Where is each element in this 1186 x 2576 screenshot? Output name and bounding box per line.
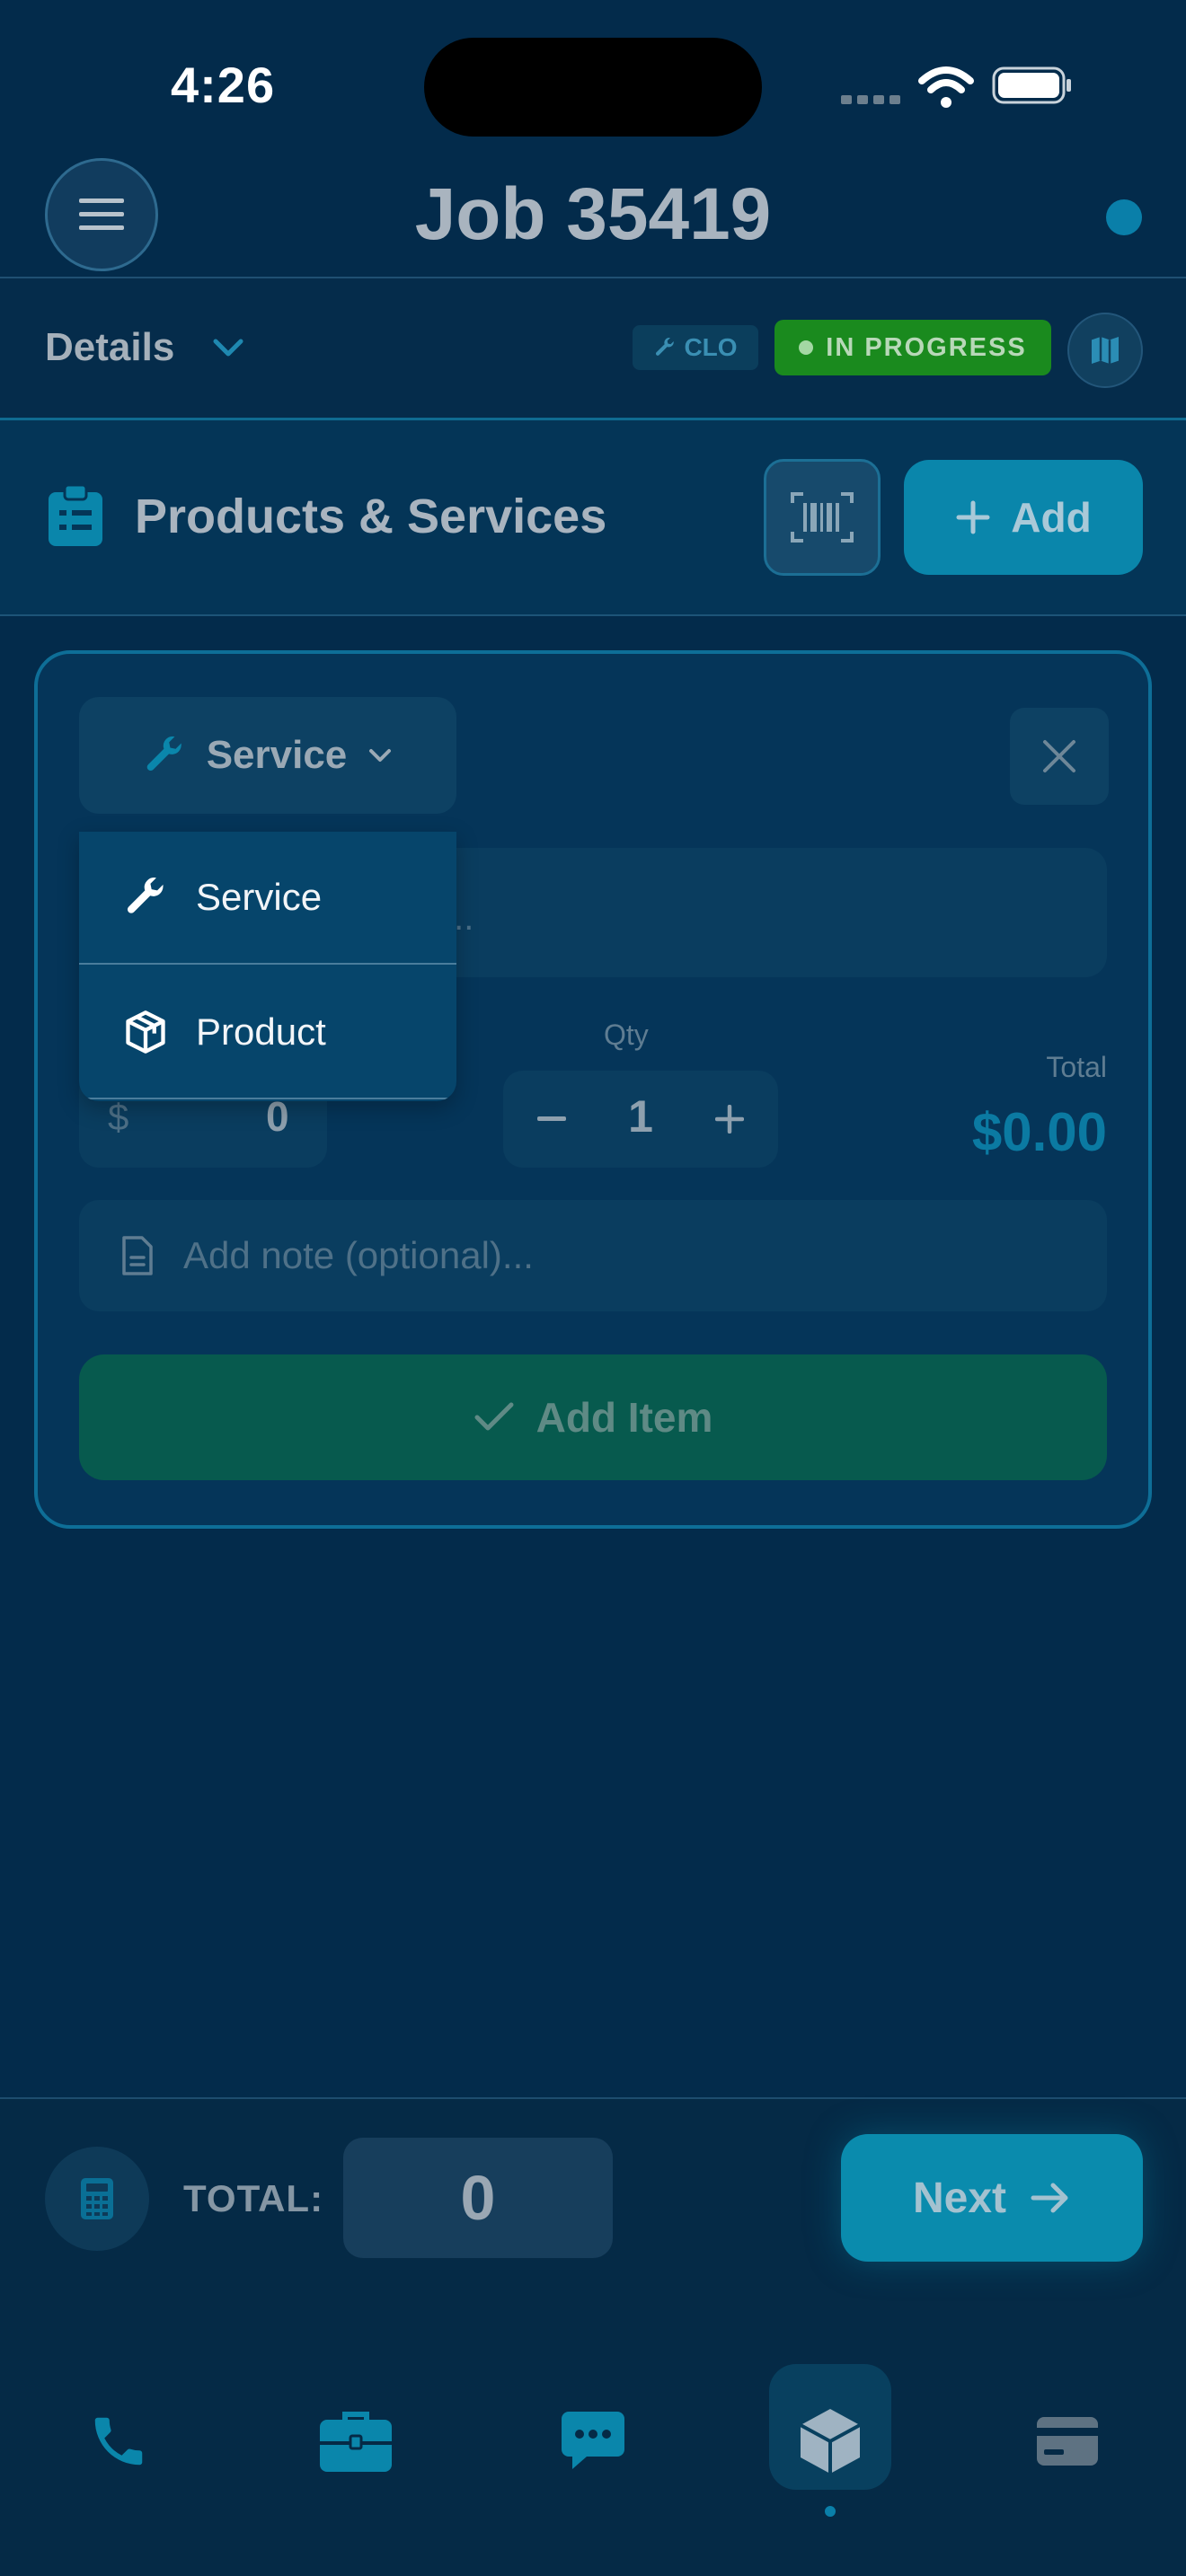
phone-icon — [94, 2417, 143, 2466]
qty-label: Qty — [604, 1019, 649, 1051]
divider — [0, 614, 1186, 616]
plus-icon — [715, 1105, 744, 1134]
dropdown-option-product[interactable]: Product — [79, 966, 456, 1099]
quantity-value: 1 — [628, 1091, 653, 1142]
details-toggle-label[interactable]: Details — [45, 325, 174, 370]
signal-icon — [841, 95, 900, 104]
status-badge: IN PROGRESS — [774, 320, 1051, 375]
tab-jobs[interactable] — [311, 2396, 401, 2486]
map-button[interactable] — [1067, 313, 1143, 388]
plus-icon — [956, 500, 990, 534]
status-dot — [799, 340, 814, 355]
status-badge-label: IN PROGRESS — [826, 332, 1027, 362]
barcode-icon — [791, 492, 854, 543]
add-item-button[interactable]: Add Item — [79, 1354, 1107, 1480]
clipboard-list-icon — [49, 485, 102, 546]
note-placeholder: Add note (optional)... — [183, 1234, 534, 1276]
section-title: Products & Services — [135, 490, 607, 543]
calculator-icon — [81, 2178, 113, 2219]
trade-badge-label: CLO — [684, 333, 738, 361]
item-type-value: Service — [206, 733, 348, 777]
trade-badge: CLO — [633, 325, 758, 370]
cube-icon — [800, 2409, 861, 2474]
tab-payments[interactable] — [1022, 2396, 1112, 2486]
decrement-button[interactable] — [518, 1085, 586, 1153]
add-button-label: Add — [1011, 494, 1092, 541]
map-icon — [1092, 337, 1119, 364]
dropdown-option-label: Service — [196, 876, 323, 918]
item-total-value: $0.00 — [971, 1102, 1107, 1162]
box-icon — [126, 1010, 165, 1054]
card-icon — [1037, 2417, 1098, 2466]
item-type-select[interactable]: Service — [79, 697, 456, 814]
next-button-label: Next — [912, 2174, 1007, 2222]
calculator-button[interactable] — [45, 2147, 149, 2251]
notification-dot — [1106, 199, 1142, 235]
chevron-down-icon[interactable] — [210, 334, 246, 361]
next-button[interactable]: Next — [841, 2134, 1143, 2262]
item-type-dropdown: Service Product — [79, 832, 456, 1101]
battery-icon — [992, 66, 1071, 104]
add-item-label: Add Item — [535, 1394, 713, 1441]
close-icon — [1043, 740, 1075, 772]
document-icon — [122, 1236, 153, 1275]
checkmark-icon — [474, 1402, 514, 1431]
page-title: Job 35419 — [414, 173, 772, 255]
status-time: 4:26 — [171, 57, 276, 113]
tab-phone[interactable] — [74, 2396, 164, 2486]
menu-button[interactable] — [45, 158, 158, 271]
chat-icon — [562, 2412, 624, 2469]
footer-total-label: TOTAL: — [183, 2177, 324, 2219]
increment-button[interactable] — [695, 1085, 764, 1153]
tab-messages[interactable] — [548, 2396, 638, 2486]
active-tab-indicator — [825, 2506, 836, 2517]
wrench-icon — [146, 736, 181, 771]
item-total-label: Total — [1046, 1051, 1107, 1083]
barcode-scan-button[interactable] — [764, 459, 881, 576]
dropdown-option-service[interactable]: Service — [79, 832, 456, 965]
wrench-icon — [127, 878, 164, 913]
footer-total-value: 0 — [343, 2138, 613, 2258]
chevron-down-icon — [369, 749, 392, 762]
wrench-icon — [656, 338, 675, 356]
minus-icon — [537, 1116, 566, 1121]
currency-symbol: $ — [108, 1096, 129, 1138]
briefcase-icon — [320, 2412, 392, 2472]
dropdown-option-label: Product — [196, 1010, 326, 1053]
add-button[interactable]: Add — [904, 460, 1143, 575]
wifi-icon — [918, 66, 974, 108]
close-button[interactable] — [1010, 708, 1109, 805]
dynamic-island — [424, 38, 762, 137]
hamburger-icon — [79, 198, 124, 230]
tab-products[interactable] — [785, 2396, 875, 2486]
arrow-right-icon — [1031, 2183, 1068, 2213]
